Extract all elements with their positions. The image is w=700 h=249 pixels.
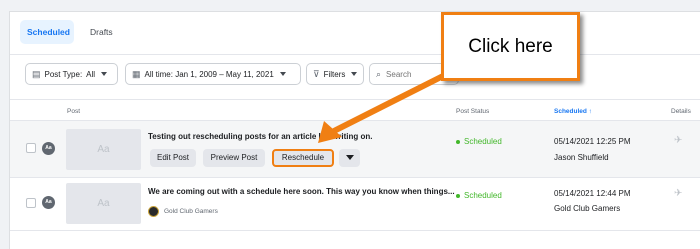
post-type-label: Post Type: [44, 69, 83, 79]
tab-drafts[interactable]: Drafts [83, 20, 120, 44]
header-details: Details [671, 108, 691, 115]
post-type-filter[interactable]: ▤ Post Type: All [25, 63, 118, 85]
status-dot-icon [456, 139, 460, 144]
row-checkbox[interactable] [26, 198, 36, 208]
rocket-icon[interactable]: ✈ [674, 135, 682, 146]
tabs-divider [10, 54, 700, 55]
page-name: Gold Club Gamers [164, 208, 218, 215]
tab-scheduled[interactable]: Scheduled [20, 20, 74, 44]
table-row[interactable]: Aa Aa We are coming out with a schedule … [10, 177, 700, 231]
scheduled-date: 05/14/2021 12:44 PM [554, 189, 631, 198]
filters-label: Filters [323, 69, 346, 79]
edit-post-button[interactable]: Edit Post [150, 149, 196, 167]
click-here-callout: Click here [441, 12, 580, 81]
status-badge: Scheduled [456, 137, 502, 146]
scheduled-posts-panel: Scheduled Drafts ▤ Post Type: All ▦ All … [9, 11, 700, 249]
post-type-value: All [86, 69, 96, 79]
header-post: Post [67, 108, 81, 115]
search-icon: ⌕ [376, 68, 382, 79]
post-thumbnail: Aa [66, 183, 141, 224]
scheduled-date: 05/14/2021 12:25 PM [554, 137, 631, 146]
chevron-down-icon [351, 72, 358, 76]
page-avatar [148, 206, 159, 217]
post-type-badge: Aa [42, 196, 55, 209]
header-scheduled[interactable]: Scheduled ↑ [554, 108, 592, 115]
table-row[interactable]: Aa Aa Testing out rescheduling posts for… [10, 120, 700, 177]
rocket-icon[interactable]: ✈ [674, 188, 682, 199]
post-type-icon: ▤ [32, 68, 41, 79]
date-range-label: All time: Jan 1, 2009 – May 11, 2021 [144, 69, 274, 79]
status-badge: Scheduled [456, 191, 502, 200]
row-checkbox[interactable] [26, 143, 36, 153]
calendar-icon: ▦ [132, 68, 141, 79]
more-options-button[interactable] [339, 149, 360, 167]
chevron-down-icon [345, 155, 354, 161]
reschedule-button[interactable]: Reschedule [272, 149, 334, 167]
post-author: Gold Club Gamers [554, 204, 621, 213]
status-dot-icon [456, 193, 460, 198]
post-title[interactable]: We are coming out with a schedule here s… [148, 187, 455, 196]
filters-button[interactable]: ⊽ Filters [306, 63, 364, 85]
post-title[interactable]: Testing out rescheduling posts for an ar… [148, 132, 372, 141]
date-range-filter[interactable]: ▦ All time: Jan 1, 2009 – May 11, 2021 [125, 63, 301, 85]
header-post-status: Post Status [456, 108, 490, 115]
chevron-down-icon [279, 72, 286, 76]
post-type-badge: Aa [42, 142, 55, 155]
status-text: Scheduled [464, 191, 502, 200]
search-input[interactable] [386, 69, 447, 79]
status-text: Scheduled [464, 137, 502, 146]
post-thumbnail: Aa [66, 129, 141, 170]
post-author: Jason Shuffield [554, 153, 609, 162]
chevron-down-icon [101, 72, 108, 76]
table-header: Post Post Status Scheduled ↑ Details [10, 99, 700, 121]
filter-icon: ⊽ [313, 68, 320, 79]
preview-post-button[interactable]: Preview Post [203, 149, 265, 167]
